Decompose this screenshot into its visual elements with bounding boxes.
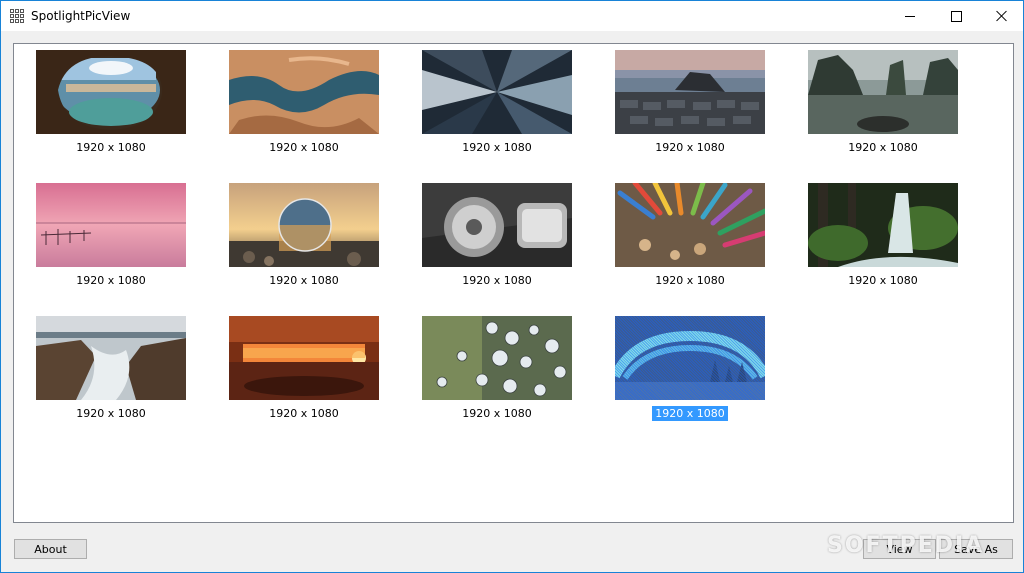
thumbnail-caption: 1920 x 1080 xyxy=(76,274,146,287)
thumbnail-image xyxy=(422,183,572,267)
thumbnail-caption: 1920 x 1080 xyxy=(848,141,918,154)
thumbnail-caption: 1920 x 1080 xyxy=(269,407,339,420)
thumbnail-image xyxy=(229,316,379,400)
thumbnail-colored-pencils[interactable]: 1920 x 1080 xyxy=(615,183,765,293)
thumbnail-image xyxy=(615,183,765,267)
thumbnail-image xyxy=(36,316,186,400)
thumbnail-caption: 1920 x 1080 xyxy=(848,274,918,287)
thumbnail-caption: 1920 x 1080 xyxy=(269,141,339,154)
thumbnail-crystal-ball[interactable]: 1920 x 1080 xyxy=(229,183,379,293)
thumbnail-canyon-lake[interactable]: 1920 x 1080 xyxy=(229,50,379,160)
thumbnail-aurora-selected[interactable]: 1920 x 1080 xyxy=(615,316,765,426)
thumbnail-cave-lagoon[interactable]: 1920 x 1080 xyxy=(36,50,186,160)
thumbnail-caption: 1920 x 1080 xyxy=(462,274,532,287)
about-button[interactable]: About xyxy=(14,539,87,559)
window-title: SpotlightPicView xyxy=(31,9,131,23)
thumbnail-water-droplets[interactable]: 1920 x 1080 xyxy=(422,316,572,426)
save-as-button[interactable]: Save As xyxy=(939,539,1013,559)
app-grid-icon xyxy=(10,9,24,23)
thumbnail-image xyxy=(808,183,958,267)
minimize-icon xyxy=(905,15,915,17)
thumbnail-arch-sunrise[interactable]: 1920 x 1080 xyxy=(229,316,379,426)
minimize-button[interactable] xyxy=(887,1,933,31)
thumbnail-skyscrapers[interactable]: 1920 x 1080 xyxy=(422,50,572,160)
thumbnail-image xyxy=(229,50,379,134)
thumbnail-image xyxy=(36,183,186,267)
thumbnail-caption: 1920 x 1080 xyxy=(655,141,725,154)
thumbnail-image xyxy=(422,50,572,134)
thumbnail-camera-dial[interactable]: 1920 x 1080 xyxy=(422,183,572,293)
thumbnail-image xyxy=(36,50,186,134)
thumbnail-caption: 1920 x 1080 xyxy=(462,141,532,154)
thumbnail-caption: 1920 x 1080 xyxy=(655,274,725,287)
close-button[interactable] xyxy=(979,1,1024,31)
thumbnail-image xyxy=(615,50,765,134)
thumbnail-forest-waterfall[interactable]: 1920 x 1080 xyxy=(808,183,958,293)
thumbnail-basalt-coast[interactable]: 1920 x 1080 xyxy=(615,50,765,160)
thumbnail-caption: 1920 x 1080 xyxy=(652,406,728,421)
thumbnail-caption: 1920 x 1080 xyxy=(76,141,146,154)
thumbnail-image xyxy=(808,50,958,134)
thumbnail-image xyxy=(422,316,572,400)
view-button[interactable]: View xyxy=(863,539,936,559)
app-window: SpotlightPicView 1920 x 1080 1920 x 1080… xyxy=(0,0,1024,573)
thumbnail-caption: 1920 x 1080 xyxy=(269,274,339,287)
title-bar[interactable]: SpotlightPicView xyxy=(1,1,1023,31)
thumbnail-caption: 1920 x 1080 xyxy=(462,407,532,420)
thumbnail-gallery[interactable]: 1920 x 1080 1920 x 1080 1920 x 1080 1920… xyxy=(13,43,1014,523)
maximize-icon xyxy=(950,10,962,22)
close-icon xyxy=(996,10,1008,22)
thumbnail-caption: 1920 x 1080 xyxy=(76,407,146,420)
thumbnail-pink-sunset[interactable]: 1920 x 1080 xyxy=(36,183,186,293)
thumbnail-image xyxy=(229,183,379,267)
maximize-button[interactable] xyxy=(933,1,979,31)
thumbnail-rocky-shore[interactable]: 1920 x 1080 xyxy=(36,316,186,426)
thumbnail-image xyxy=(615,316,765,400)
thumbnail-karst-bay[interactable]: 1920 x 1080 xyxy=(808,50,958,160)
